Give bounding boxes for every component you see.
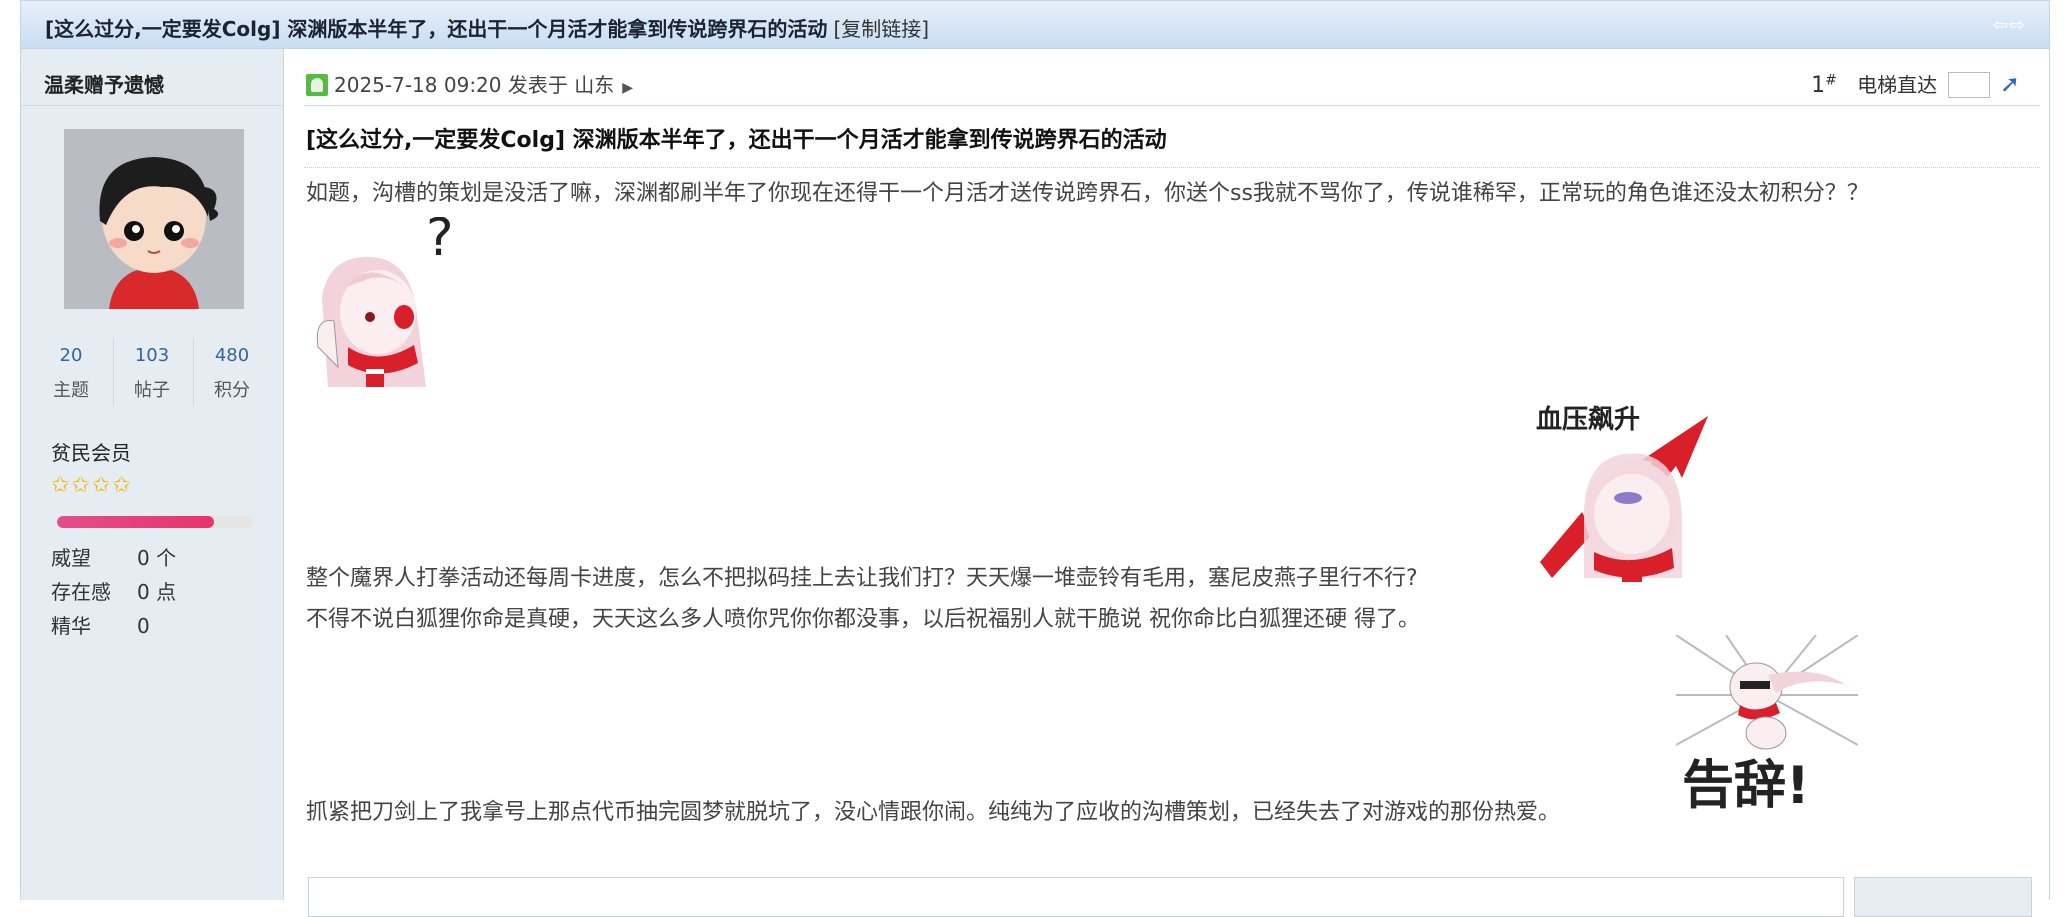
thread-title-text[interactable]: [这么过分,一定要发Colg] 深渊版本半年了，还出干一个月活才能拿到传说跨界石… bbox=[45, 17, 827, 41]
post-main: 2025-7-18 09:20 发表于 山东 ▶ 1# 电梯直达 ➚ [这么过分,… bbox=[284, 49, 2050, 917]
post-paragraph: 如题，沟槽的策划是没活了嘛，深渊都刷半年了你现在还得干一个月活才送传说跨界石，你… bbox=[306, 181, 1869, 206]
copy-link-button[interactable]: [复制链接] bbox=[833, 17, 929, 41]
divider bbox=[304, 167, 2040, 168]
stat-label: 积分 bbox=[214, 380, 250, 401]
stat-label: 帖子 bbox=[134, 380, 170, 401]
prop-presence: 存在感 0 点 bbox=[51, 576, 176, 605]
prop-value: 0 bbox=[137, 614, 150, 638]
prop-label: 存在感 bbox=[51, 580, 111, 604]
floor-jump-go-icon[interactable]: ➚ bbox=[2000, 70, 2020, 98]
prop-value: 0 个 bbox=[137, 546, 177, 570]
rank-stars-icon: ✩✩✩✩ bbox=[51, 473, 133, 498]
stat-value: 103 bbox=[134, 345, 170, 366]
author-stats: 20 主题 103 帖子 480 积分 bbox=[33, 339, 273, 405]
post-date: 2025-7-18 09:20 发表于 山东 bbox=[334, 73, 615, 97]
stat-points[interactable]: 480 积分 bbox=[193, 339, 270, 405]
stat-posts[interactable]: 103 帖子 bbox=[113, 339, 190, 405]
stat-label: 主题 bbox=[53, 380, 89, 401]
caret-right-icon[interactable]: ▶ bbox=[622, 80, 633, 96]
prop-label: 威望 bbox=[51, 546, 91, 570]
quick-reply-input[interactable] bbox=[308, 877, 1844, 917]
prop-value: 0 点 bbox=[137, 580, 177, 604]
post-paragraph: 抓紧把刀剑上了我拿号上那点代币抽完圆梦就脱坑了，没心情跟你闹。纯纯为了应收的沟槽… bbox=[306, 800, 1561, 825]
prev-next-arrows[interactable]: ⇦⇨ bbox=[1993, 15, 2027, 36]
thread-title: [这么过分,一定要发Colg] 深渊版本半年了，还出干一个月活才能拿到传说跨界石… bbox=[45, 13, 929, 42]
prop-digest: 精华 0 bbox=[51, 610, 150, 639]
stat-value: 20 bbox=[59, 345, 83, 366]
prop-prestige: 威望 0 个 bbox=[51, 542, 176, 571]
post-meta: 2025-7-18 09:20 发表于 山东 ▶ bbox=[306, 69, 633, 98]
sticker-caption: 告辞! bbox=[1682, 756, 1810, 815]
post-paragraph: 整个魔界人打拳活动还每周卡进度，怎么不把拟码挂上去让我们打？天天爆一堆壶铃有毛用… bbox=[306, 566, 1418, 591]
stat-value: 480 bbox=[214, 345, 250, 366]
blood-pressure-sticker-image: 血压飙升 bbox=[1532, 402, 1722, 582]
floor-mark: # bbox=[1825, 72, 1837, 89]
confused-sticker-image: ? bbox=[308, 208, 458, 387]
quick-reply-button[interactable] bbox=[1854, 877, 2032, 917]
divider bbox=[304, 105, 2040, 106]
author-name[interactable]: 温柔赠予遗憾 bbox=[44, 69, 164, 98]
floor-controls: 1# 电梯直达 ➚ bbox=[1811, 69, 2020, 98]
thread-title-bar: [这么过分,一定要发Colg] 深渊版本半年了，还出干一个月活才能拿到传说跨界石… bbox=[20, 0, 2050, 49]
avatar[interactable] bbox=[64, 129, 244, 309]
prop-label: 精华 bbox=[51, 614, 91, 638]
sticker-caption: 血压飙升 bbox=[1536, 405, 1640, 435]
level-progress-bar bbox=[57, 516, 253, 528]
elevator-label: 电梯直达 bbox=[1857, 73, 1938, 97]
floor-jump-input[interactable] bbox=[1947, 72, 1990, 98]
divider bbox=[21, 105, 283, 106]
online-status-icon bbox=[306, 74, 328, 96]
floor-number[interactable]: 1 bbox=[1811, 73, 1825, 98]
farewell-sticker-image: 告辞! bbox=[1675, 634, 1859, 816]
stat-topics[interactable]: 20 主题 bbox=[33, 339, 109, 405]
post-paragraph: 不得不说白狐狸你命是真硬，天天这么多人喷你咒你你都没事，以后祝福别人就干脆说 祝… bbox=[306, 607, 1420, 632]
user-group[interactable]: 贫民会员 bbox=[51, 437, 131, 466]
post-title: [这么过分,一定要发Colg] 深渊版本半年了，还出干一个月活才能拿到传说跨界石… bbox=[306, 128, 1167, 153]
svg-text:?: ? bbox=[426, 217, 454, 268]
author-sidebar: 温柔赠予遗憾 20 主题 103 帖子 480 积分 贫民会员 ✩✩✩✩ 威望 … bbox=[21, 49, 284, 900]
level-progress-fill bbox=[57, 516, 214, 528]
